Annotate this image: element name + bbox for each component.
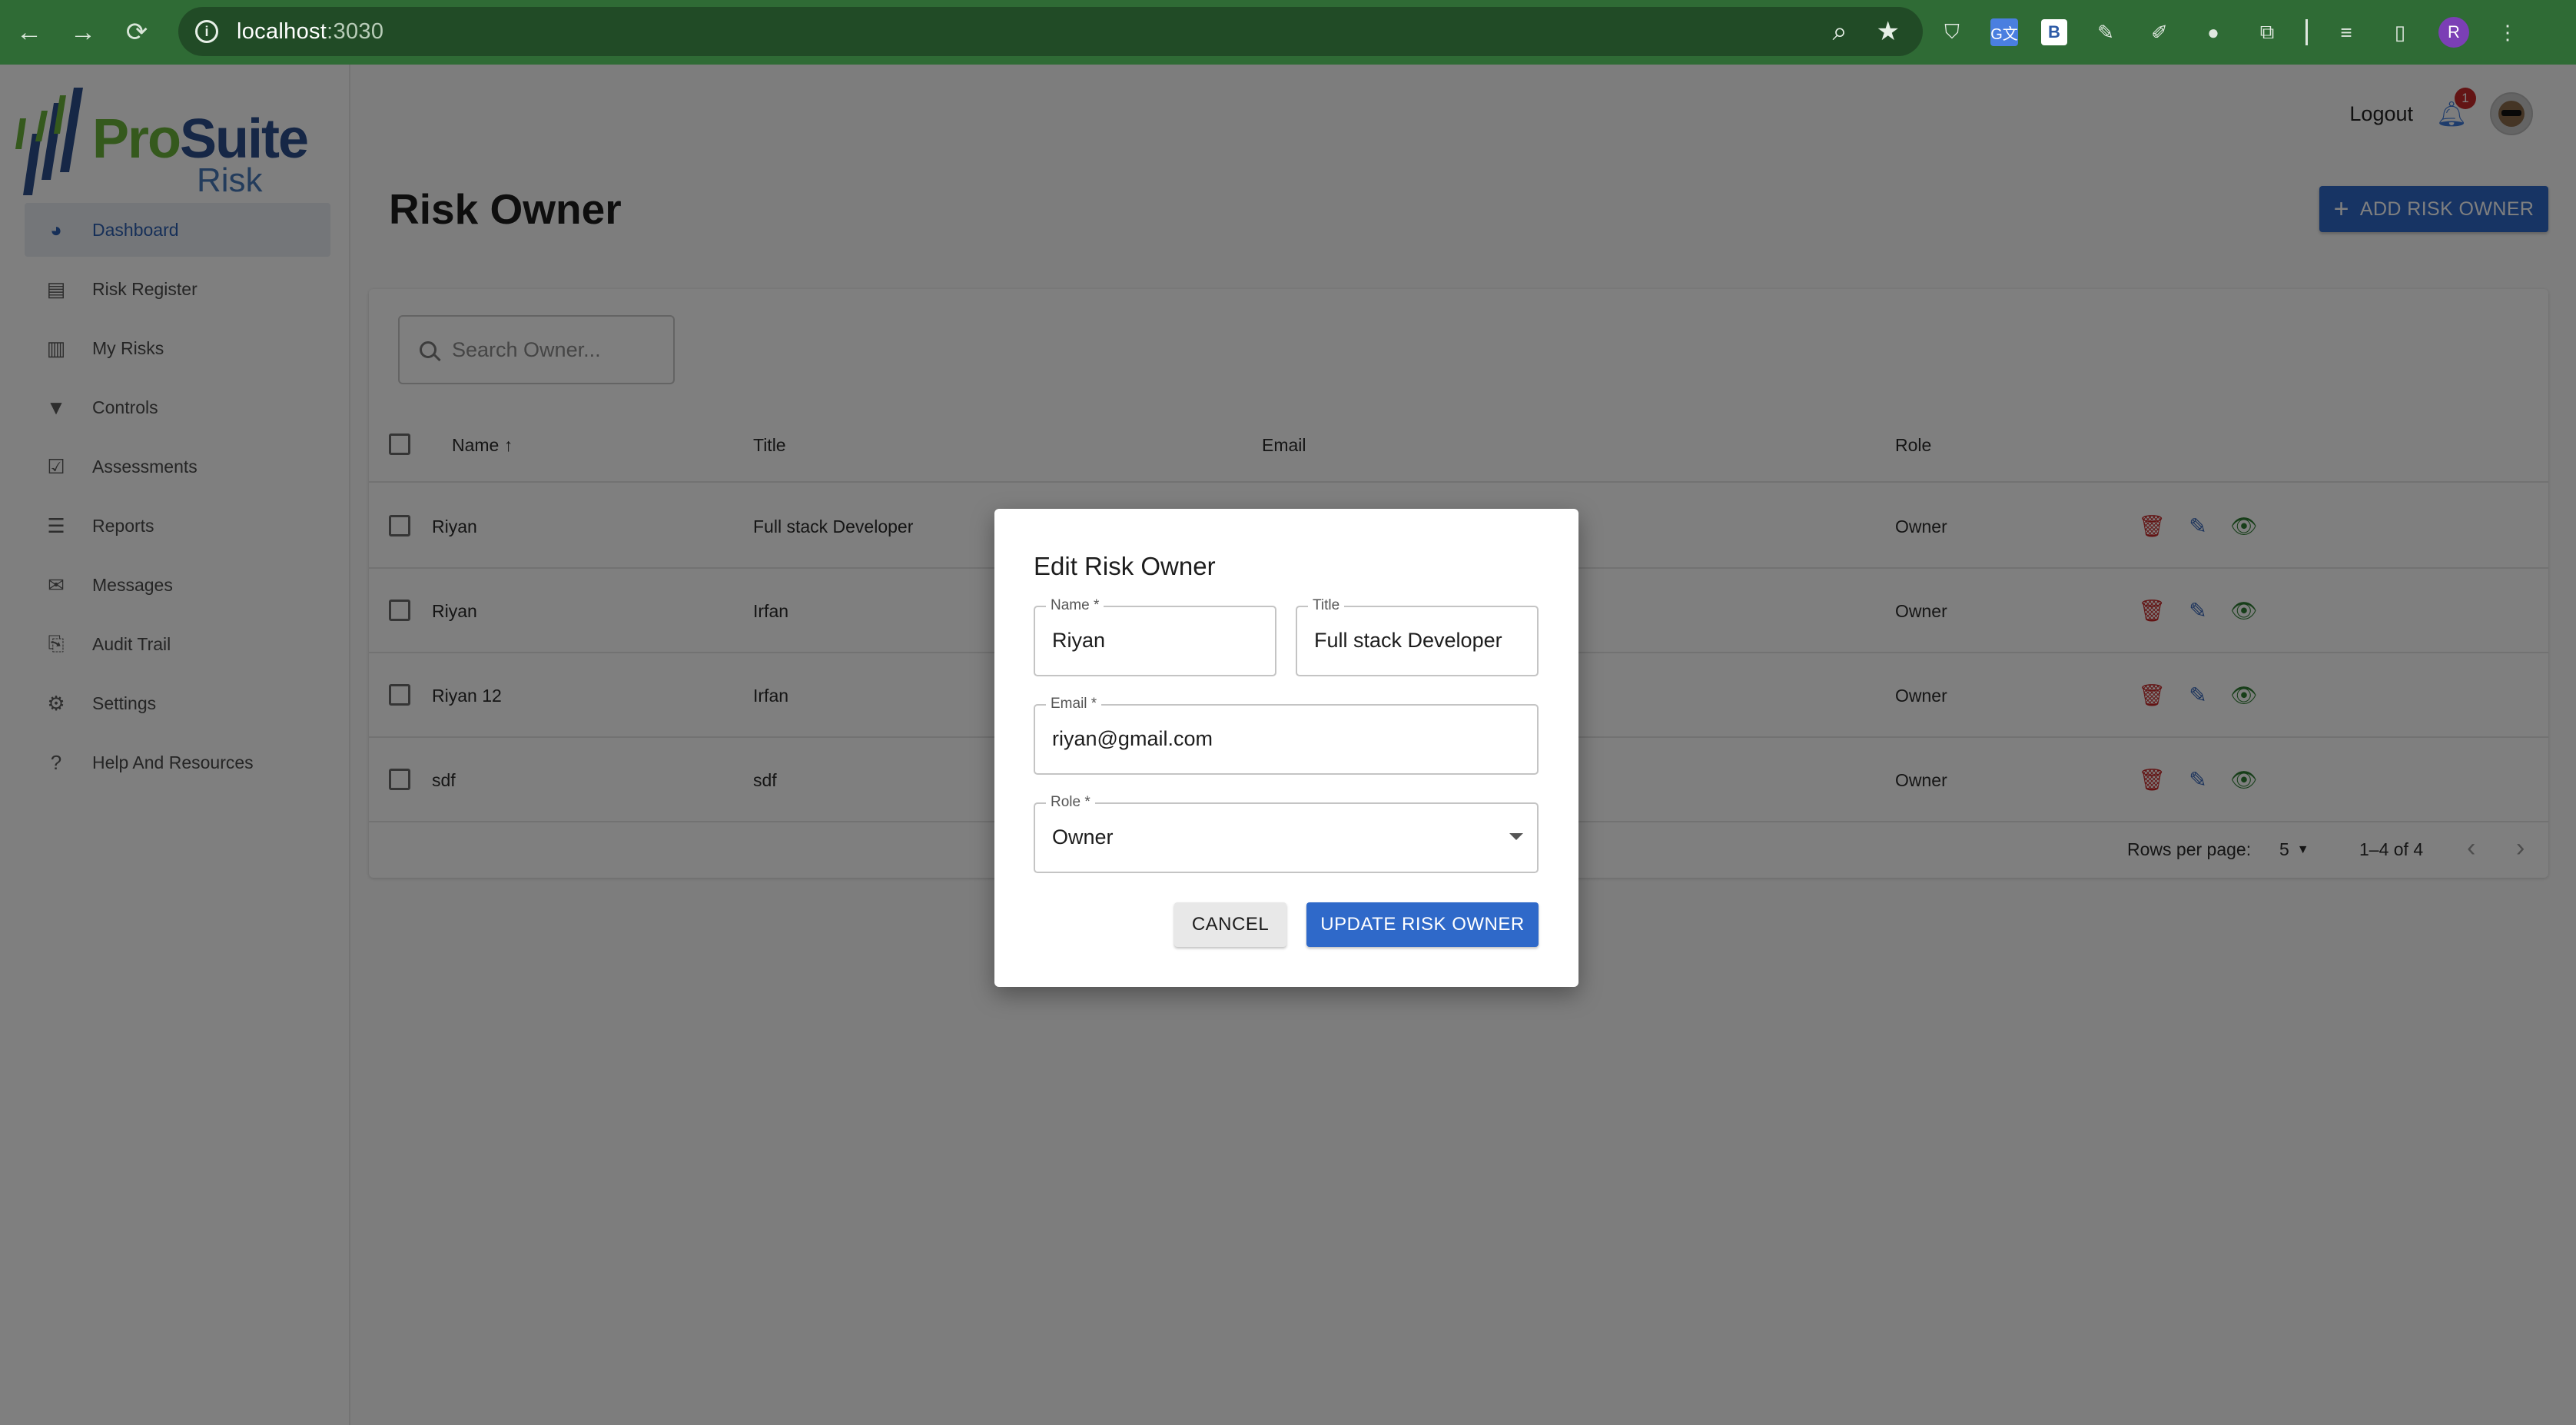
url-text: localhost:3030 <box>237 19 383 45</box>
back-icon[interactable]: ← <box>8 11 51 54</box>
address-bar[interactable]: i localhost:3030 ⌕ ★ <box>178 7 1923 56</box>
shield-extension-icon[interactable]: ⛉ <box>1937 17 1967 48</box>
browser-menu-icon[interactable]: ⋮ <box>2492 17 2523 48</box>
title-field[interactable]: Title Full stack Developer <box>1296 597 1539 676</box>
dialog-title: Edit Risk Owner <box>1034 552 1216 580</box>
title-value: Full stack Developer <box>1314 629 1502 652</box>
url-host: localhost <box>237 18 327 44</box>
edit-risk-owner-dialog: Edit Risk Owner Name * Riyan Title Full … <box>994 509 1578 987</box>
profile-avatar-icon[interactable]: R <box>2438 17 2469 48</box>
url-port: :3030 <box>327 18 384 44</box>
spy-extension-icon[interactable]: ● <box>2198 17 2229 48</box>
forward-icon[interactable]: → <box>61 11 105 54</box>
name-field[interactable]: Name * Riyan <box>1034 597 1276 676</box>
zoom-icon[interactable]: ⌕ <box>1832 17 1847 47</box>
bookmark-star-icon[interactable]: ★ <box>1877 16 1900 47</box>
role-select[interactable]: Role * Owner <box>1034 794 1539 873</box>
cancel-button[interactable]: CANCEL <box>1174 902 1286 947</box>
eyedropper-extension-icon[interactable]: ✐ <box>2144 17 2175 48</box>
name-label: Name * <box>1046 597 1104 614</box>
title-label: Title <box>1308 597 1345 614</box>
name-value: Riyan <box>1052 629 1106 652</box>
toolbar-divider <box>2305 19 2308 45</box>
reload-icon[interactable]: ⟳ <box>115 11 158 54</box>
role-label: Role * <box>1046 794 1095 811</box>
role-value: Owner <box>1052 825 1114 849</box>
puzzle-extensions-icon[interactable]: ⧉ <box>2252 17 2282 48</box>
browser-toolbar: ← → ⟳ i localhost:3030 ⌕ ★ ⛉ G文 B ✎ ✐ ● … <box>0 0 2576 65</box>
extensions-tray: ⛉ G文 B ✎ ✐ ● ⧉ ≡ ▯ R ⋮ <box>1937 11 2523 54</box>
email-value: riyan@gmail.com <box>1052 727 1213 750</box>
email-label: Email * <box>1046 696 1102 712</box>
site-info-icon[interactable]: i <box>195 20 218 43</box>
media-queue-icon[interactable]: ≡ <box>2331 17 2362 48</box>
email-field[interactable]: Email * riyan@gmail.com <box>1034 696 1539 775</box>
dropdown-caret-icon <box>1509 833 1523 840</box>
update-risk-owner-button[interactable]: UPDATE RISK OWNER <box>1306 902 1539 947</box>
b-extension-icon[interactable]: B <box>2041 19 2067 45</box>
translate-extension-icon[interactable]: G文 <box>1990 18 2018 46</box>
side-panel-icon[interactable]: ▯ <box>2385 17 2415 48</box>
pencil-extension-icon[interactable]: ✎ <box>2090 17 2121 48</box>
